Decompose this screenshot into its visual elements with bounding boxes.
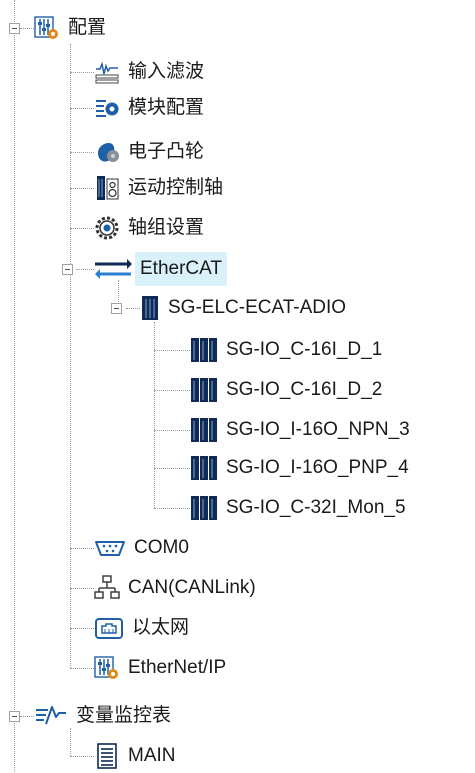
tree-node-label: SG-IO_C-16I_D_2 <box>226 379 383 400</box>
io-module-icon <box>190 495 218 521</box>
tree-node-label: CAN(CANLink) <box>128 577 256 598</box>
cam-icon <box>94 139 120 165</box>
project-tree: 配置 输入滤波 模块配置 电子凸轮 运动控制轴 轴组设置 EtherCAT SG… <box>0 0 475 772</box>
tree-line <box>126 308 140 309</box>
tree-node-label: 变量监控表 <box>76 705 172 726</box>
tree-node-io-module[interactable]: SG-IO_I-16O_PNP_4 <box>190 451 409 485</box>
tree-node-can[interactable]: CAN(CANLink) <box>94 571 256 605</box>
tree-node-main[interactable]: MAIN <box>94 739 176 773</box>
tree-node-label: EtherCAT <box>135 252 228 286</box>
io-module-icon <box>190 337 218 363</box>
tree-line <box>70 548 94 549</box>
tree-node-io-module[interactable]: SG-IO_C-16I_D_1 <box>190 333 382 367</box>
module-gear-icon <box>94 95 120 121</box>
tree-node-label: SG-IO_I-16O_NPN_3 <box>226 419 410 440</box>
tree-line <box>154 390 190 391</box>
tree-node-label: COM0 <box>134 537 189 558</box>
io-module-icon <box>190 417 218 443</box>
network-icon <box>94 575 120 601</box>
servo-drive-icon <box>94 175 120 201</box>
tree-line <box>70 188 94 189</box>
collapse-toggle[interactable] <box>9 711 20 722</box>
tree-node-ethercat[interactable]: EtherCAT <box>94 252 228 286</box>
tree-node-label: 输入滤波 <box>128 61 205 82</box>
tree-line <box>70 44 71 668</box>
tree-line <box>20 28 34 29</box>
tree-line <box>76 269 94 270</box>
document-icon <box>94 743 120 769</box>
tree-node-ethernet-ip[interactable]: EtherNet/IP <box>94 651 226 685</box>
tree-node-label: 配置 <box>68 17 107 38</box>
tree-node-label: SG-IO_C-32I_Mon_5 <box>226 497 406 518</box>
collapse-toggle[interactable] <box>111 303 122 314</box>
gear-icon <box>94 215 120 241</box>
tree-node-e-cam[interactable]: 电子凸轮 <box>94 135 204 169</box>
collapse-toggle[interactable] <box>62 264 73 275</box>
io-module-icon <box>190 455 218 481</box>
tree-node-label: SG-ELC-ECAT-ADIO <box>168 297 347 318</box>
tree-node-ethernet[interactable]: 以太网 <box>94 611 189 645</box>
tree-line <box>70 72 94 73</box>
tree-node-label: SG-IO_I-16O_PNP_4 <box>226 457 409 478</box>
tree-line <box>154 468 190 469</box>
tree-node-module-config[interactable]: 模块配置 <box>94 91 204 125</box>
tree-line <box>70 668 94 669</box>
tree-node-com0[interactable]: COM0 <box>94 531 189 565</box>
tree-line <box>70 152 94 153</box>
tree-node-motion-axis[interactable]: 运动控制轴 <box>94 171 223 205</box>
io-module-icon <box>140 295 160 321</box>
config-settings-icon <box>94 655 120 681</box>
tree-node-label: 运动控制轴 <box>128 177 224 198</box>
tree-line <box>70 756 94 757</box>
tree-line <box>70 628 94 629</box>
tree-node-label: 电子凸轮 <box>128 141 205 162</box>
tree-node-var-monitor[interactable]: 变量监控表 <box>34 699 171 733</box>
tree-node-ecat-coupler[interactable]: SG-ELC-ECAT-ADIO <box>140 291 346 325</box>
monitor-table-icon <box>34 703 68 729</box>
tree-line <box>154 508 190 509</box>
io-module-icon <box>190 377 218 403</box>
tree-node-label: 模块配置 <box>128 97 205 118</box>
tree-node-io-module[interactable]: SG-IO_C-32I_Mon_5 <box>190 491 406 525</box>
tree-node-axis-group[interactable]: 轴组设置 <box>94 211 204 245</box>
tree-line <box>70 108 94 109</box>
tree-node-io-module[interactable]: SG-IO_C-16I_D_2 <box>190 373 382 407</box>
waveform-icon <box>94 59 120 85</box>
tree-node-input-filter[interactable]: 输入滤波 <box>94 55 204 89</box>
tree-node-config[interactable]: 配置 <box>34 11 106 45</box>
ethercat-arrows-icon <box>94 256 132 282</box>
config-settings-icon <box>34 15 60 41</box>
tree-node-label: MAIN <box>128 745 176 766</box>
tree-node-label: EtherNet/IP <box>128 657 227 678</box>
tree-line <box>20 716 34 717</box>
tree-node-label: 轴组设置 <box>128 217 205 238</box>
tree-node-label: SG-IO_C-16I_D_1 <box>226 339 383 360</box>
collapse-toggle[interactable] <box>9 23 20 34</box>
serial-port-icon <box>94 535 126 561</box>
ethernet-port-icon <box>94 615 124 641</box>
tree-line <box>154 350 190 351</box>
tree-line <box>14 0 15 772</box>
tree-node-io-module[interactable]: SG-IO_I-16O_NPN_3 <box>190 413 410 447</box>
tree-line <box>70 228 94 229</box>
tree-line <box>154 430 190 431</box>
tree-line <box>70 588 94 589</box>
tree-node-label: 以太网 <box>132 617 190 638</box>
